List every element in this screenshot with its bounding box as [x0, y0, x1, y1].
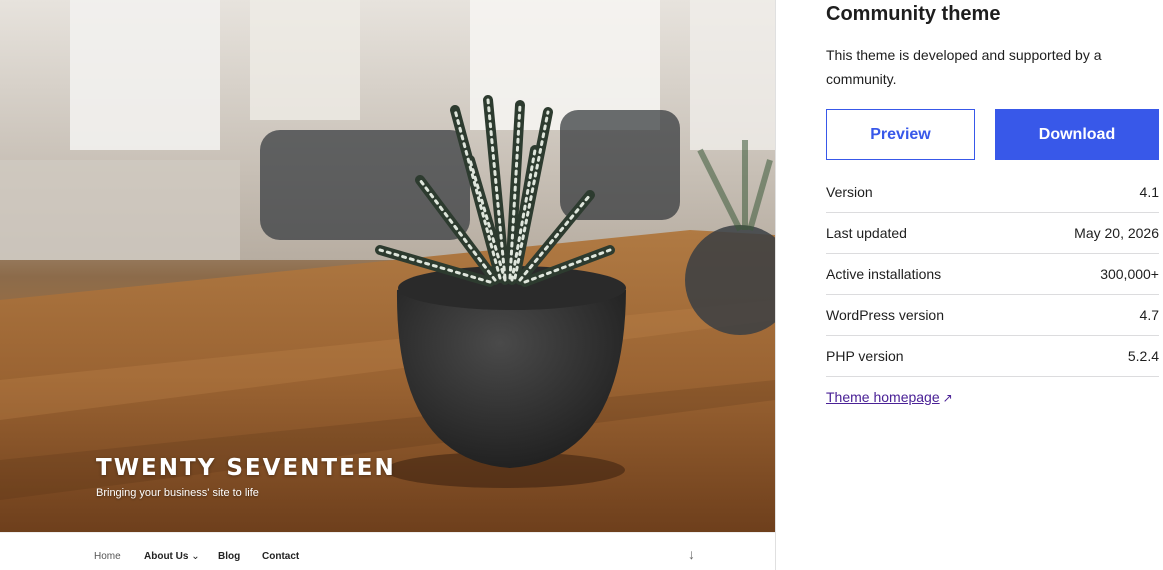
meta-label: Active installations: [826, 266, 942, 282]
theme-screenshot: TWENTY SEVENTEEN Bringing your business'…: [0, 0, 775, 570]
site-navigation: Home About Us ⌄ Blog Contact ↓: [0, 532, 775, 570]
theme-meta-list: Version 4.1 Last updated May 20, 2026 Ac…: [826, 172, 1159, 377]
meta-value: 300,000+: [1100, 266, 1159, 282]
meta-value: 4.1: [1139, 184, 1159, 200]
plant-photo: [0, 0, 775, 532]
meta-row-php-version: PHP version 5.2.4: [826, 336, 1159, 377]
chevron-down-icon: ⌄: [191, 551, 200, 562]
meta-label: Version: [826, 184, 873, 200]
site-tagline: Bringing your business' site to life: [96, 487, 259, 499]
nav-item-home: Home: [94, 551, 121, 562]
hero-image: TWENTY SEVENTEEN Bringing your business'…: [0, 0, 775, 532]
meta-value: 5.2.4: [1127, 348, 1159, 364]
nav-item-blog: Blog: [218, 551, 241, 562]
nav-item-contact: Contact: [262, 551, 300, 562]
meta-value: May 20, 2026: [1074, 225, 1159, 241]
panel-divider: [775, 0, 776, 570]
meta-row-active-installations: Active installations 300,000+: [826, 254, 1159, 295]
meta-label: WordPress version: [826, 307, 945, 323]
meta-value: 4.7: [1139, 307, 1159, 323]
theme-homepage-label: Theme homepage: [826, 389, 940, 405]
nav-item-about: About Us ⌄: [144, 551, 200, 562]
meta-label: Last updated: [826, 225, 907, 241]
meta-row-wordpress-version: WordPress version 4.7: [826, 295, 1159, 336]
site-title: TWENTY SEVENTEEN: [96, 455, 396, 481]
theme-homepage-link[interactable]: Theme homepage ↗: [826, 389, 953, 405]
meta-row-version: Version 4.1: [826, 172, 1159, 213]
arrow-down-icon: ↓: [688, 546, 695, 562]
preview-button[interactable]: Preview: [826, 109, 975, 160]
external-link-icon: ↗: [942, 391, 953, 405]
theme-description: This theme is developed and supported by…: [826, 47, 1102, 87]
meta-row-last-updated: Last updated May 20, 2026: [826, 213, 1159, 254]
download-button[interactable]: Download: [995, 109, 1159, 160]
sidebar-heading: Community theme: [826, 3, 1001, 25]
meta-label: PHP version: [826, 348, 904, 364]
nav-item-about-label: About Us: [144, 551, 189, 562]
